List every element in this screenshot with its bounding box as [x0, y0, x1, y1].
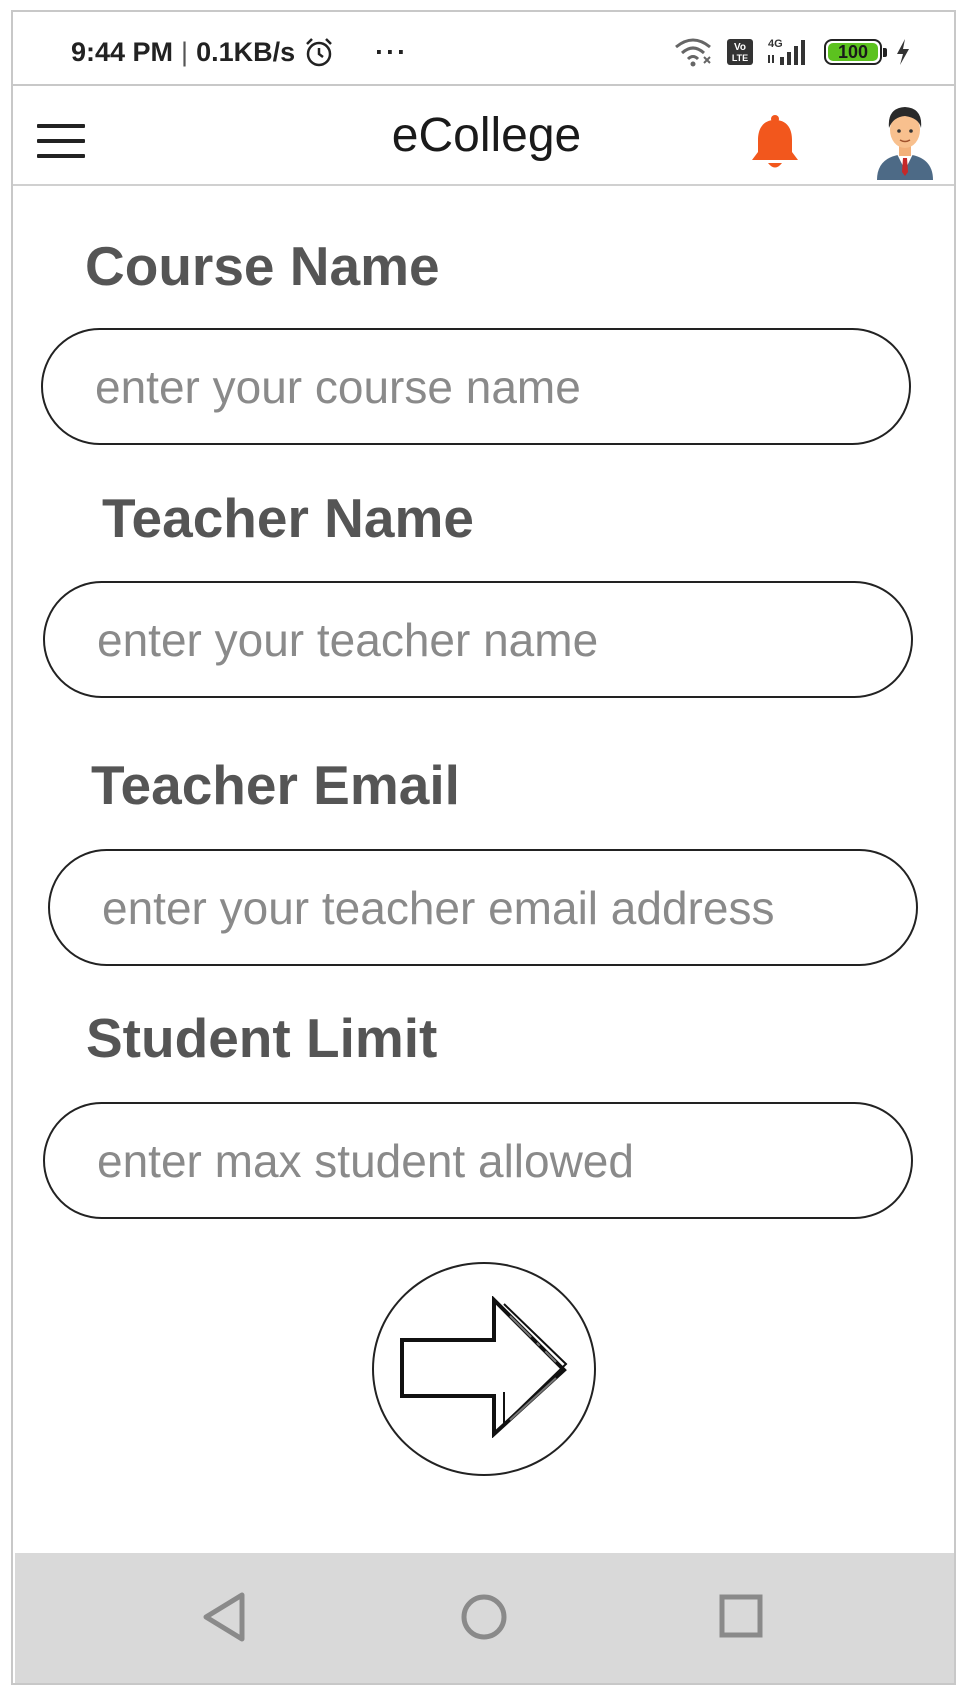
alarm-icon	[303, 36, 335, 68]
status-right: Vo LTE 4G 100	[674, 36, 912, 68]
bell-icon[interactable]	[749, 114, 801, 172]
svg-text:Vo: Vo	[734, 42, 746, 53]
volte-icon: Vo LTE	[726, 38, 754, 66]
triangle-back-icon[interactable]	[200, 1591, 248, 1648]
teacher-email-input[interactable]	[48, 849, 918, 966]
wifi-icon	[674, 37, 714, 67]
status-left: 9:44 PM | 0.1KB/s ···	[71, 34, 408, 70]
teacher-name-label: Teacher Name	[102, 487, 474, 549]
teacher-email-label: Teacher Email	[91, 754, 460, 816]
status-separator: |	[181, 36, 189, 67]
course-name-label: Course Name	[85, 235, 440, 297]
teacher-name-input[interactable]	[43, 581, 913, 698]
app-title: eCollege	[391, 109, 582, 162]
battery-icon: 100	[824, 39, 887, 65]
student-limit-input[interactable]	[43, 1102, 913, 1219]
status-time: 9:44 PM	[71, 36, 174, 67]
circle-home-icon[interactable]	[459, 1591, 509, 1648]
overflow-dots-icon: ···	[375, 36, 409, 67]
battery-level: 100	[837, 41, 869, 62]
svg-text:4G: 4G	[768, 38, 783, 50]
course-name-input[interactable]	[41, 328, 911, 445]
system-nav-bar	[15, 1553, 954, 1683]
signal-icon: 4G	[766, 37, 812, 67]
square-recents-icon[interactable]	[718, 1591, 764, 1648]
phone-frame: 9:44 PM | 0.1KB/s ··· Vo LTE 4G 100 eCol…	[11, 10, 956, 1685]
app-bar: eCollege	[13, 84, 954, 186]
status-bar: 9:44 PM | 0.1KB/s ··· Vo LTE 4G 100	[13, 12, 954, 84]
status-net-speed: 0.1KB/s	[196, 36, 296, 67]
next-button[interactable]	[372, 1262, 596, 1476]
avatar[interactable]	[875, 98, 935, 180]
student-limit-label: Student Limit	[86, 1007, 438, 1069]
arrow-right-icon	[396, 1294, 572, 1443]
charging-icon	[894, 38, 912, 66]
svg-text:LTE: LTE	[732, 53, 748, 63]
